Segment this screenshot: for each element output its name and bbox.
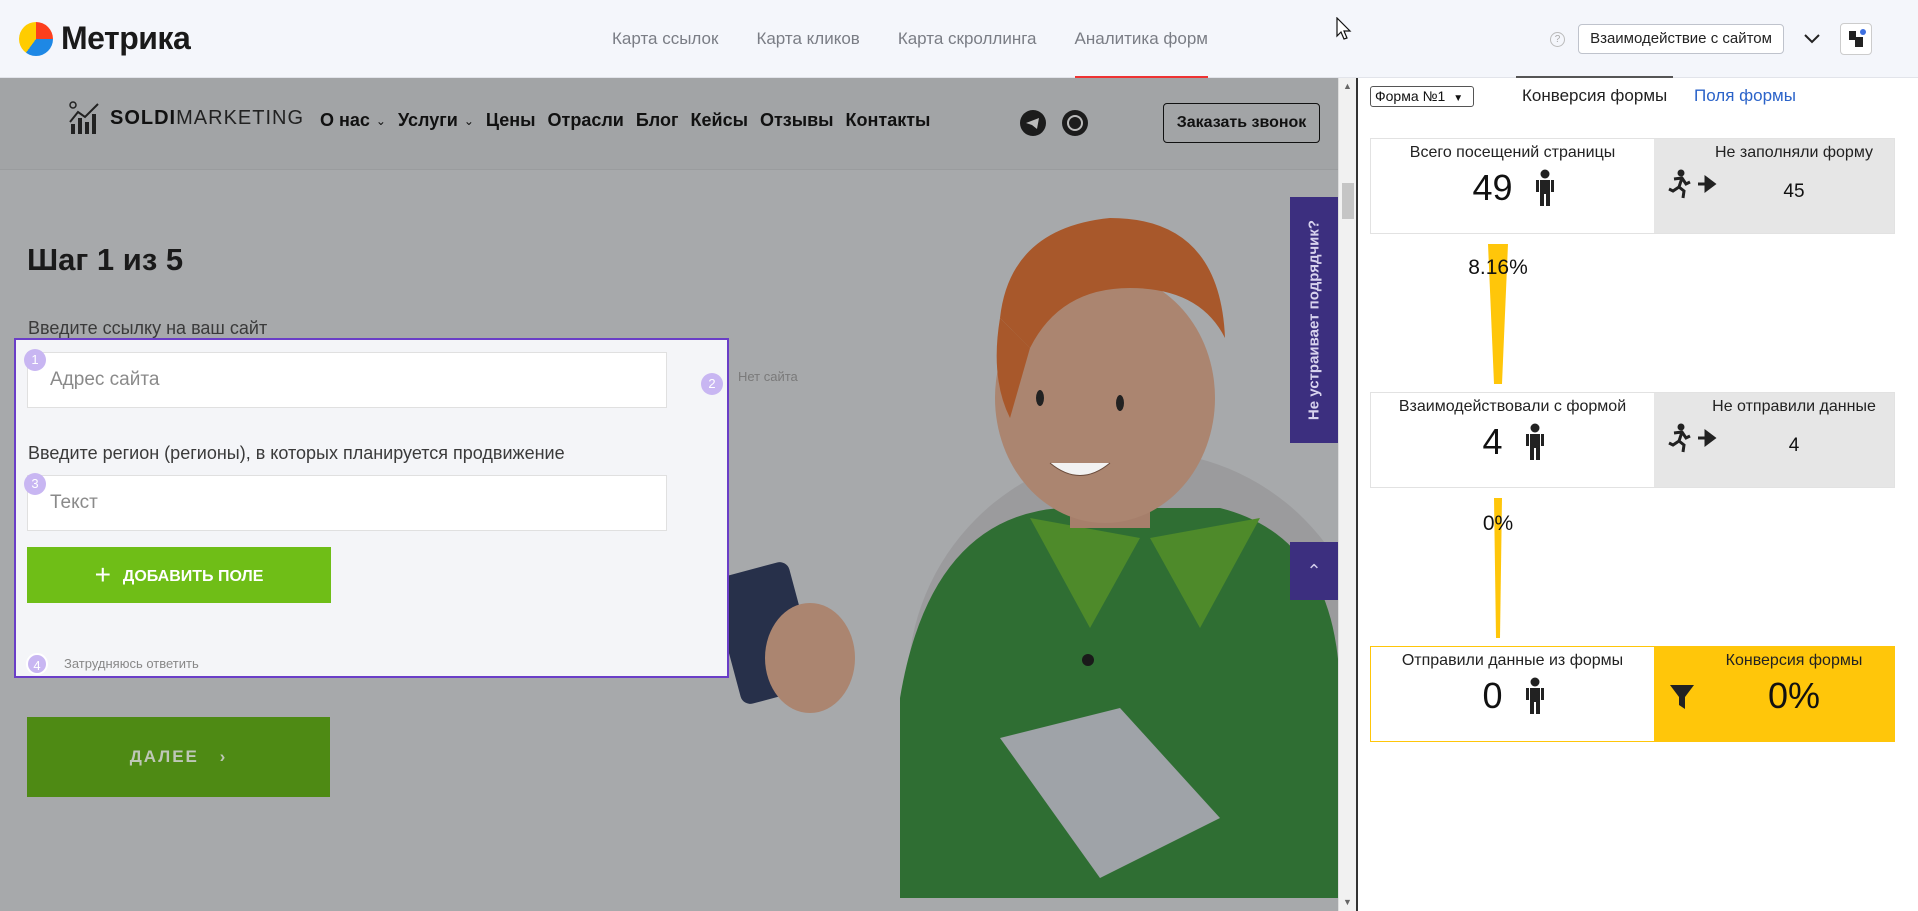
funnel-card-visits: Всего посещений страницы 49 Не заполняли… bbox=[1370, 138, 1895, 234]
app-name: Метрика bbox=[61, 20, 191, 56]
funnel-card-interacted: Взаимодействовали с формой 4 Не отправил… bbox=[1370, 392, 1895, 488]
tab-form-fields[interactable]: Поля формы bbox=[1694, 86, 1796, 106]
scroll-up-button[interactable]: ⌃ bbox=[1290, 542, 1338, 600]
tab-click-map[interactable]: Карта кликов bbox=[737, 0, 878, 78]
region-label: Введите регион (регионы), в которых план… bbox=[28, 443, 565, 463]
plus-icon: + bbox=[94, 559, 111, 590]
nav-services[interactable]: Услуги bbox=[398, 110, 458, 132]
site-logo[interactable]: SOLDIMARKETING bbox=[68, 100, 304, 136]
site-url-input[interactable]: Адрес сайта bbox=[27, 352, 667, 408]
add-field-button[interactable]: + ДОБАВИТЬ ПОЛЕ bbox=[27, 547, 331, 603]
nav-reviews[interactable]: Отзывы bbox=[760, 110, 834, 132]
site-url-label: Введите ссылку на ваш сайт bbox=[28, 318, 268, 338]
nav-blog[interactable]: Блог bbox=[636, 110, 679, 132]
submitted-value: 0 bbox=[1482, 675, 1503, 716]
account-button[interactable] bbox=[1840, 23, 1872, 55]
visits-title: Всего посещений страницы bbox=[1409, 144, 1616, 161]
tab-link-map[interactable]: Карта ссылок bbox=[593, 0, 737, 78]
chevron-up-icon: ⌃ bbox=[1306, 561, 1322, 581]
form-analytics-panel: Форма №1 ▼ Конверсия формы Поля формы Вс… bbox=[1356, 76, 1918, 911]
field-badge-1: 1 bbox=[24, 349, 46, 371]
funnel-percent-1: 8.16% bbox=[1468, 256, 1528, 279]
conversion-value: 0% bbox=[1767, 675, 1821, 716]
account-icon bbox=[1849, 29, 1866, 47]
nav-contacts[interactable]: Контакты bbox=[846, 110, 931, 132]
help-icon[interactable]: ? bbox=[1550, 32, 1565, 47]
brand-name: SOLDIMARKETING bbox=[110, 106, 305, 129]
chevron-down-icon[interactable] bbox=[1802, 28, 1822, 48]
next-button[interactable]: ДАЛЕЕ › bbox=[27, 717, 330, 797]
interact-with-site-button[interactable]: Взаимодействие с сайтом bbox=[1578, 24, 1784, 54]
not-sent-value: 4 bbox=[1788, 435, 1800, 456]
heatmap-tabs: Карта ссылок Карта кликов Карта скроллин… bbox=[593, 0, 1227, 78]
brand-chart-icon bbox=[69, 101, 99, 134]
chevron-down-icon: ▼ bbox=[1453, 93, 1464, 104]
site-nav: О нас ⌄ Услуги ⌄ Цены Отрасли Блог Кейсы… bbox=[320, 110, 930, 132]
scroll-thumb[interactable] bbox=[1342, 183, 1354, 219]
chevron-down-icon: ⌄ bbox=[463, 114, 474, 128]
order-call-button[interactable]: Заказать звонок bbox=[1163, 103, 1320, 143]
site-header: SOLDIMARKETING О нас ⌄ Услуги ⌄ Цены Отр… bbox=[0, 78, 1338, 170]
scroll-down-arrow-icon[interactable]: ▼ bbox=[1343, 897, 1352, 907]
person-icon bbox=[1526, 423, 1544, 460]
field-badge-2: 2 bbox=[701, 373, 723, 395]
contractor-side-tab[interactable]: Не устраивает подрядчик? bbox=[1290, 197, 1338, 443]
no-site-checkbox-label[interactable]: Нет сайта bbox=[738, 369, 798, 384]
field-badge-3: 3 bbox=[24, 473, 46, 495]
nav-cases[interactable]: Кейсы bbox=[691, 110, 748, 132]
submitted-title: Отправили данные из формы bbox=[1401, 652, 1624, 669]
metrika-logo-icon bbox=[19, 21, 53, 56]
site-scrollbar[interactable]: ▲ ▼ bbox=[1338, 78, 1356, 911]
chevron-right-icon: › bbox=[219, 747, 228, 766]
hard-to-answer-checkbox-label[interactable]: Затрудняюсь ответить bbox=[64, 656, 199, 671]
telegram-icon[interactable] bbox=[1020, 110, 1046, 136]
form-select[interactable]: Форма №1 ▼ bbox=[1370, 86, 1474, 107]
tab-form-conversion[interactable]: Конверсия формы bbox=[1515, 76, 1674, 106]
chevron-down-icon: ⌄ bbox=[375, 114, 386, 128]
nav-prices[interactable]: Цены bbox=[486, 110, 536, 132]
funnel-card-submitted: Отправили данные из формы 0 Конверсия фо… bbox=[1370, 646, 1895, 742]
step-title: Шаг 1 из 5 bbox=[27, 242, 184, 277]
tab-form-analytics[interactable]: Аналитика форм bbox=[1056, 0, 1227, 78]
top-bar: Метрика Карта ссылок Карта кликов Карта … bbox=[0, 0, 1918, 78]
mouse-cursor-icon bbox=[1336, 17, 1352, 40]
nav-about[interactable]: О нас bbox=[320, 110, 370, 132]
analyzed-form: Адрес сайта 1 Введите регион (регионы), … bbox=[14, 338, 729, 678]
funnel-icon bbox=[1670, 685, 1694, 709]
tab-scroll-map[interactable]: Карта скроллинга bbox=[879, 0, 1056, 78]
person-icon bbox=[1536, 169, 1554, 206]
whatsapp-icon[interactable] bbox=[1062, 110, 1088, 136]
scroll-up-arrow-icon[interactable]: ▲ bbox=[1343, 81, 1352, 91]
not-sent-title: Не отправили данные bbox=[1712, 398, 1876, 415]
no-fill-title: Не заполняли форму bbox=[1714, 144, 1874, 161]
metrika-logo[interactable]: Метрика bbox=[19, 20, 191, 57]
interacted-title: Взаимодействовали с формой bbox=[1398, 398, 1627, 415]
interacted-value: 4 bbox=[1482, 421, 1503, 462]
conversion-title: Конверсия формы bbox=[1725, 652, 1863, 669]
man-with-calculator-illustration bbox=[711, 218, 1338, 898]
nav-industries[interactable]: Отрасли bbox=[548, 110, 624, 132]
region-input[interactable]: Текст bbox=[27, 475, 667, 531]
site-preview: SOLDIMARKETING О нас ⌄ Услуги ⌄ Цены Отр… bbox=[0, 78, 1338, 911]
person-icon bbox=[1526, 677, 1544, 714]
visits-value: 49 bbox=[1472, 167, 1513, 208]
funnel-percent-2: 0% bbox=[1482, 512, 1514, 535]
field-badge-4: 4 bbox=[26, 653, 48, 675]
no-fill-value: 45 bbox=[1783, 181, 1805, 202]
